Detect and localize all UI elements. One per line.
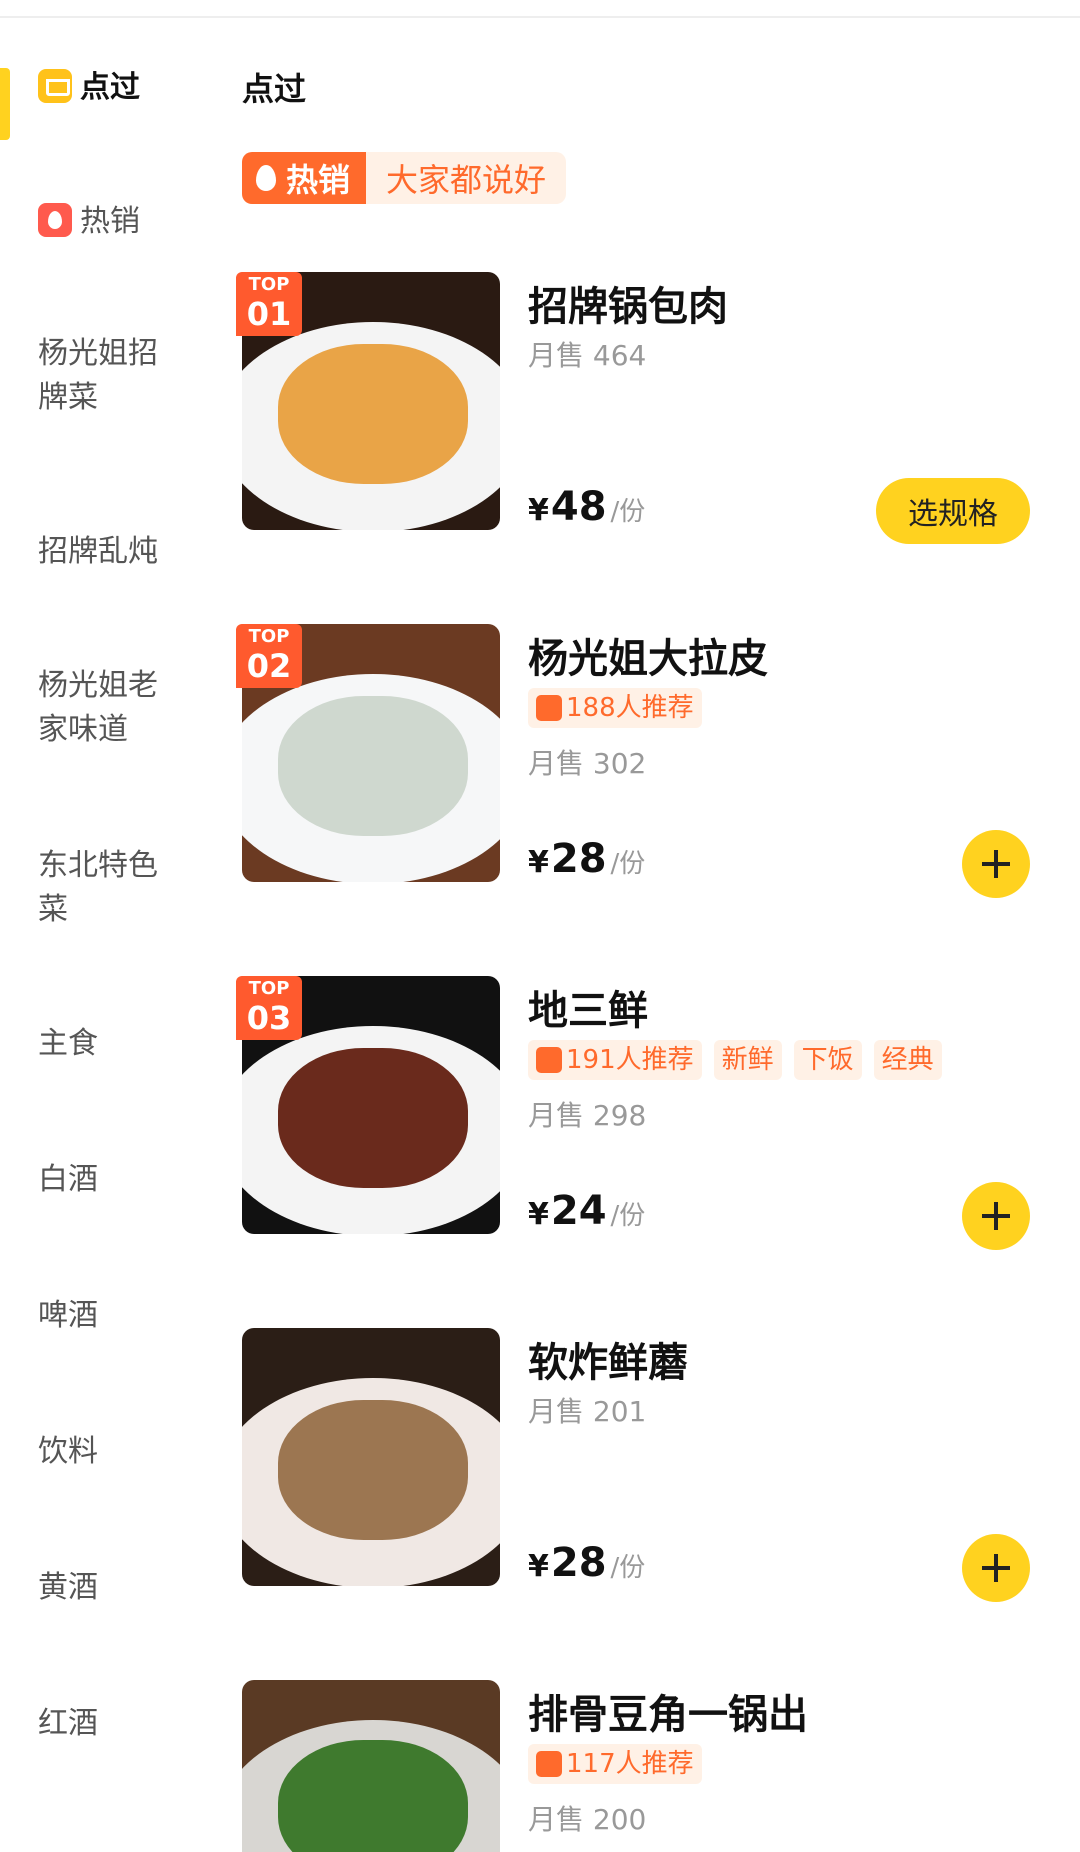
recommend-tag: 188人推荐 (528, 688, 702, 728)
dish-name[interactable]: 招牌锅包肉 (528, 274, 728, 332)
sidebar-item-hot[interactable]: 热销 (38, 200, 198, 244)
currency: ¥ (528, 1549, 549, 1584)
dish-price: ¥24/份 (528, 1188, 645, 1234)
dish-tags: 117人推荐 (528, 1744, 702, 1784)
top-rank-badge: TOP 01 (236, 272, 302, 336)
add-to-cart-button[interactable] (962, 1534, 1030, 1602)
hot-banner: 热销 大家都说好 (242, 152, 567, 204)
food-graphic (278, 1048, 468, 1188)
hot-banner-left: 热销 (242, 152, 367, 204)
food-graphic (278, 1740, 468, 1852)
price-value: 24 (550, 1188, 607, 1234)
badge-top-label: TOP (248, 626, 290, 647)
dish-name[interactable]: 排骨豆角一锅出 (528, 1682, 808, 1740)
sidebar-item-label: 热销 (80, 204, 140, 239)
monthly-sales: 月售 302 (528, 747, 647, 780)
price-unit: /份 (610, 849, 646, 879)
price-unit: /份 (610, 1201, 646, 1231)
top-rank-badge: TOP 03 (236, 976, 302, 1040)
badge-top-label: TOP (248, 978, 290, 999)
recommend-icon (536, 1751, 562, 1777)
dish-image[interactable] (242, 1680, 500, 1852)
hot-banner-label: 热销 (286, 161, 351, 199)
currency: ¥ (528, 845, 549, 880)
badge-top-label: TOP (248, 274, 290, 295)
food-graphic (278, 1400, 468, 1540)
recommend-count: 117人推荐 (566, 1749, 694, 1779)
recommend-count: 191人推荐 (566, 1045, 694, 1075)
cart-icon (38, 68, 72, 103)
dish-item: TOP 01 招牌锅包肉 月售 464 ¥48/份 选规格 (0, 272, 1080, 572)
fire-icon (38, 202, 72, 237)
price-value: 28 (550, 1540, 607, 1586)
active-indicator (0, 68, 10, 140)
dish-item: 排骨豆角一锅出 117人推荐 月售 200 (0, 1680, 1080, 1852)
price-unit: /份 (610, 497, 646, 527)
dish-item: TOP 03 地三鲜 191人推荐 新鲜 下饭 经典 月售 298 ¥24/份 (0, 976, 1080, 1276)
recommend-count: 188人推荐 (566, 693, 694, 723)
sidebar-item-ordered[interactable]: 点过 (38, 66, 198, 110)
add-to-cart-button[interactable] (962, 830, 1030, 898)
price-value: 28 (550, 836, 607, 882)
dish-name[interactable]: 软炸鲜蘑 (528, 1330, 688, 1388)
feature-tag: 经典 (873, 1040, 942, 1080)
hot-banner-slogan: 大家都说好 (366, 152, 567, 204)
badge-rank: 01 (246, 295, 292, 333)
monthly-sales: 月售 298 (528, 1099, 647, 1132)
flame-icon (256, 165, 276, 191)
dish-price: ¥28/份 (528, 836, 645, 882)
monthly-sales: 月售 200 (528, 1803, 647, 1836)
dish-item: TOP 02 杨光姐大拉皮 188人推荐 月售 302 ¥28/份 (0, 624, 1080, 924)
monthly-sales: 月售 464 (528, 339, 647, 372)
price-value: 48 (550, 484, 607, 530)
currency: ¥ (528, 493, 549, 528)
recommend-tag: 191人推荐 (528, 1040, 702, 1080)
badge-rank: 03 (246, 999, 292, 1037)
dish-tags: 188人推荐 (528, 688, 702, 728)
recommend-icon (536, 1047, 562, 1073)
recommend-tag: 117人推荐 (528, 1744, 702, 1784)
food-graphic (278, 696, 468, 836)
dish-tags: 191人推荐 新鲜 下饭 经典 (528, 1040, 942, 1080)
dish-price: ¥48/份 (528, 484, 645, 530)
section-title: 点过 (242, 70, 307, 108)
sidebar-item-label: 点过 (80, 70, 140, 105)
food-graphic (278, 344, 468, 484)
add-to-cart-button[interactable] (962, 1182, 1030, 1250)
dish-name[interactable]: 杨光姐大拉皮 (528, 626, 768, 684)
top-rank-badge: TOP 02 (236, 624, 302, 688)
dish-price: ¥28/份 (528, 1540, 645, 1586)
feature-tag: 新鲜 (713, 1040, 782, 1080)
feature-tag: 下饭 (793, 1040, 862, 1080)
monthly-sales: 月售 201 (528, 1395, 647, 1428)
select-spec-button[interactable]: 选规格 (876, 478, 1030, 544)
recommend-icon (536, 695, 562, 721)
currency: ¥ (528, 1197, 549, 1232)
dish-name[interactable]: 地三鲜 (528, 978, 648, 1036)
dish-item: 软炸鲜蘑 月售 201 ¥28/份 (0, 1328, 1080, 1628)
price-unit: /份 (610, 1553, 646, 1583)
badge-rank: 02 (246, 647, 292, 685)
dish-image[interactable] (242, 1328, 500, 1586)
